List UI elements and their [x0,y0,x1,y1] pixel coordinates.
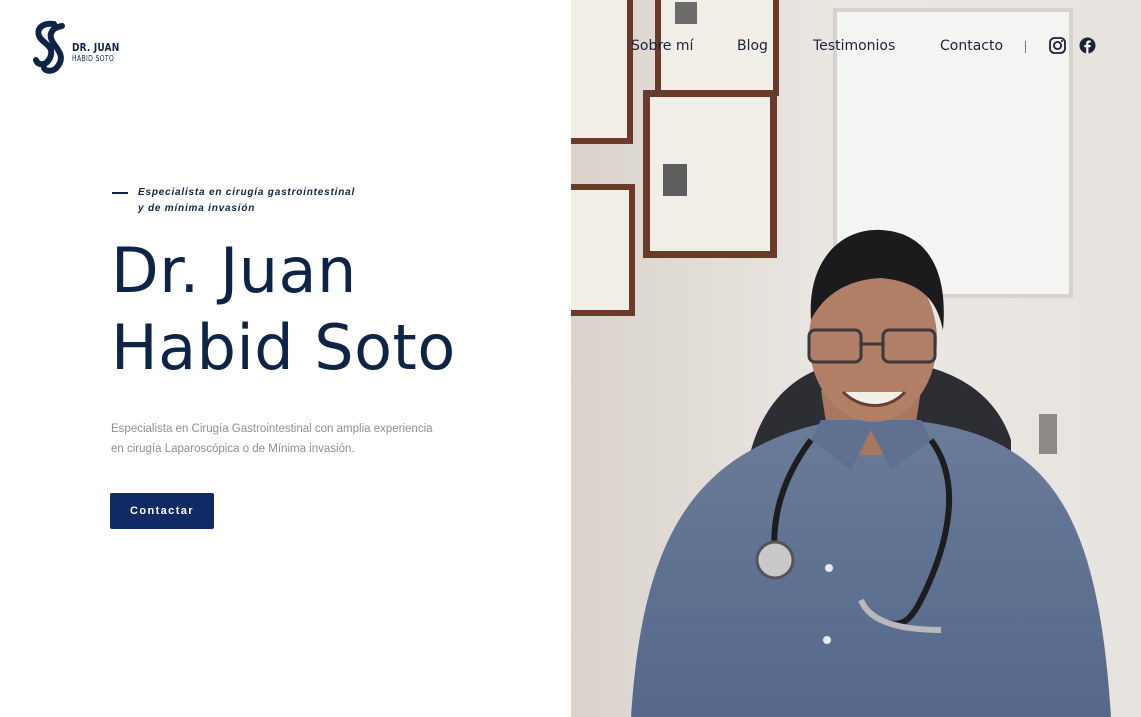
hero-description-line: Especialista en Cirugía Gastrointestinal… [111,423,433,435]
nav-link-sobre-mi[interactable]: Sobre mí [631,38,693,54]
logo[interactable]: DR. JUAN HABID SOTO [30,20,130,76]
nav-divider [1025,41,1026,53]
tagline-text: Especialista en cirugía gastrointestinal… [138,185,398,216]
nav-link-testimonios[interactable]: Testimonios [813,38,895,54]
hero-title-line: Habid Soto [111,311,456,384]
hero-description-line: en cirugía Laparoscópica o de Mínima inv… [111,443,355,455]
contact-button[interactable]: Contactar [110,493,214,529]
nav-link-contacto[interactable]: Contacto [940,38,1003,54]
tagline-line: y de mínima invasión [138,202,256,214]
photo-scene [571,0,1141,717]
hero-left-panel: DR. JUAN HABID SOTO Especialista en ciru… [0,0,571,717]
hero-title-line: Dr. Juan [111,234,357,307]
doctor-portrait-photo [571,0,1141,717]
tagline-dash [112,192,128,194]
instagram-icon[interactable] [1049,37,1066,54]
nav-link-blog[interactable]: Blog [737,38,768,54]
logo-name: DR. JUAN [72,40,120,54]
facebook-icon[interactable] [1079,37,1096,54]
tagline-line: Especialista en cirugía gastrointestinal [138,187,356,198]
hero-description: Especialista en Cirugía Gastrointestinal… [111,419,491,459]
logo-surname: HABID SOTO [72,53,115,63]
double-s-monogram-icon [33,20,65,74]
logo-text: DR. JUAN HABID SOTO [72,42,130,63]
hero-title: Dr. Juan Habid Soto [111,232,456,386]
